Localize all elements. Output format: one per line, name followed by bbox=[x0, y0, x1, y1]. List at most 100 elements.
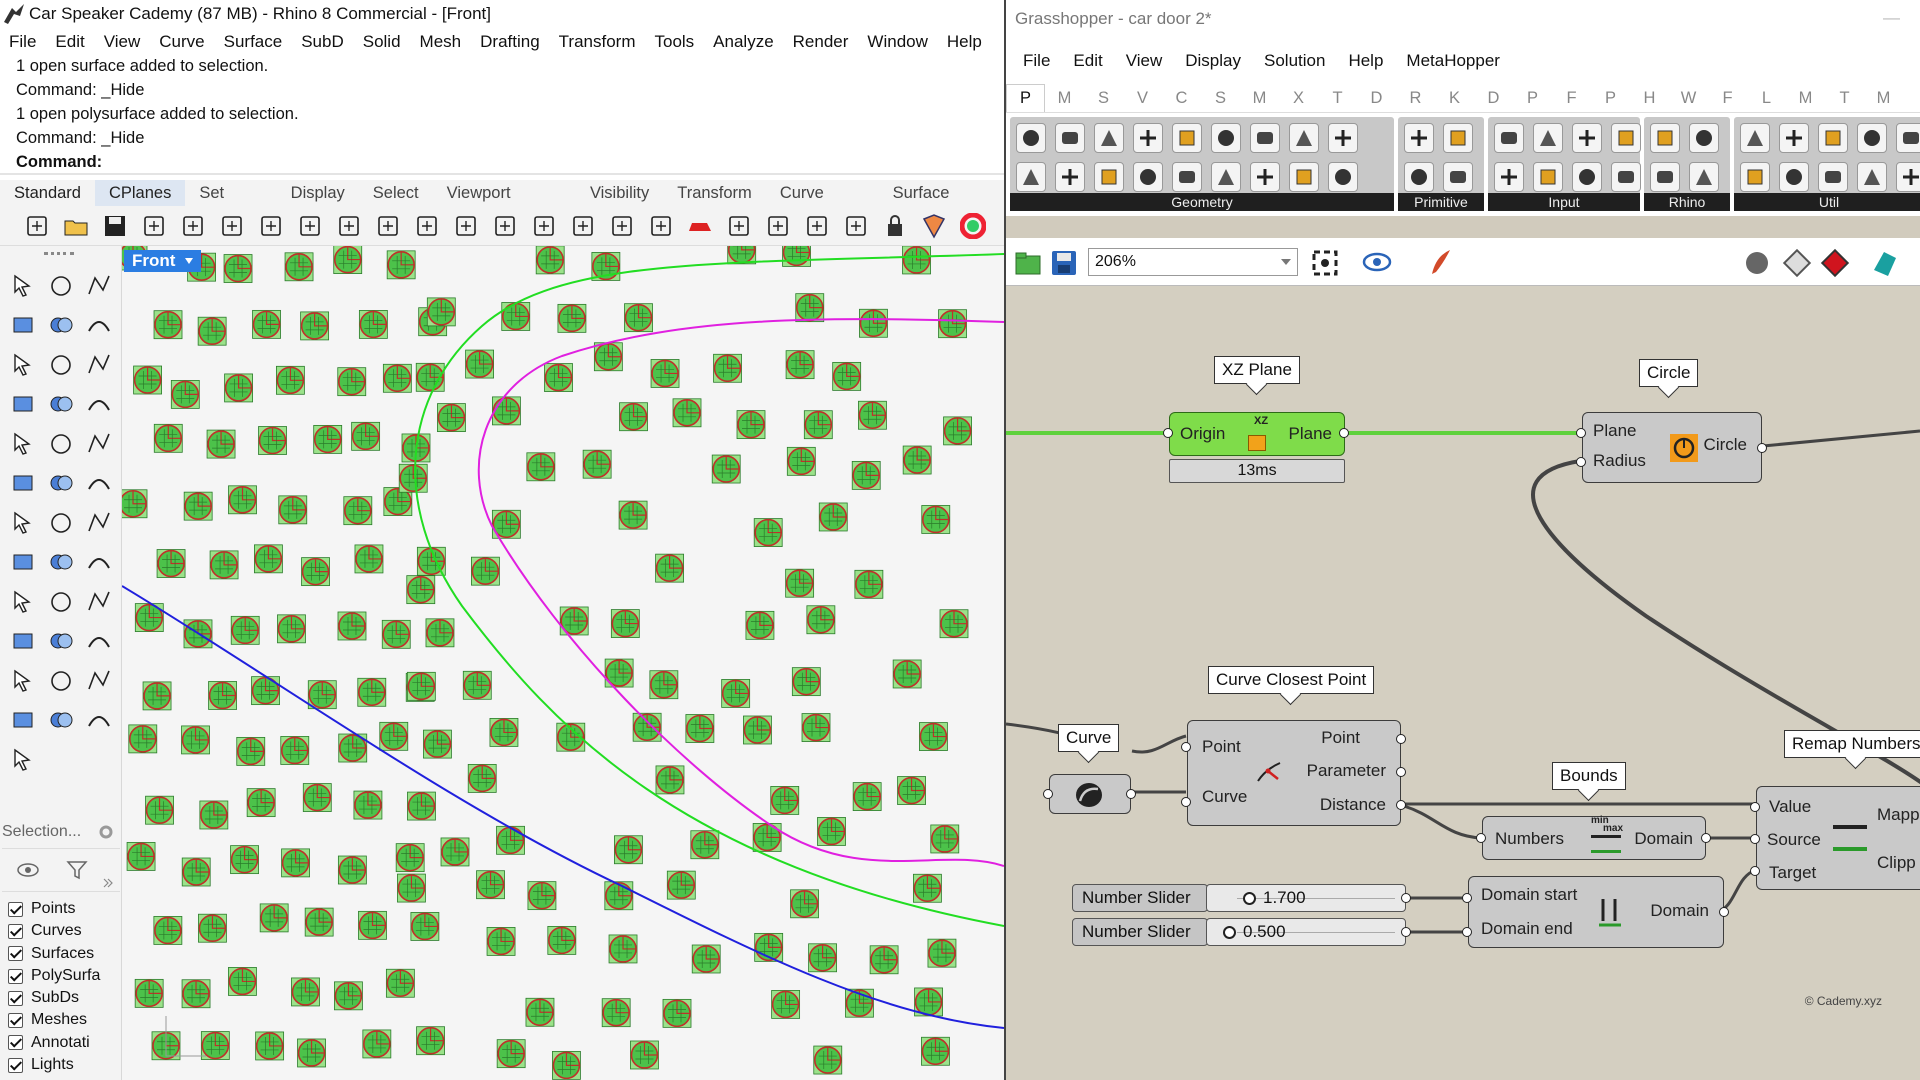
speaker-disk[interactable] bbox=[395, 843, 425, 873]
speaker-disk[interactable] bbox=[410, 912, 440, 941]
circle-plane-input[interactable]: Plane bbox=[1593, 421, 1636, 441]
gh-category-tab[interactable]: W bbox=[1669, 89, 1708, 108]
speaker-disk[interactable] bbox=[333, 246, 363, 274]
zoom-dynamic-icon[interactable] bbox=[451, 211, 481, 241]
grid-icon[interactable] bbox=[724, 211, 754, 241]
component-icon[interactable] bbox=[1094, 123, 1124, 153]
xz-plane-plane-output[interactable]: Plane bbox=[1289, 424, 1332, 444]
remap-numbers-component[interactable]: Value Source Target Mapp Clipp bbox=[1756, 786, 1920, 890]
input-pin[interactable] bbox=[1163, 428, 1173, 438]
speaker-disk[interactable] bbox=[535, 246, 565, 275]
tab-standard[interactable]: Standard bbox=[0, 180, 95, 206]
component-icon[interactable] bbox=[1055, 123, 1085, 153]
polyline-icon[interactable] bbox=[80, 266, 118, 306]
layer-row[interactable]: Surfaces bbox=[8, 943, 100, 965]
layer-checkbox[interactable] bbox=[8, 1057, 23, 1073]
speaker-disk[interactable] bbox=[304, 907, 334, 937]
gh-canvas[interactable]: XZ Plane Origin Plane XZ 13ms Circle Pla… bbox=[1006, 286, 1920, 1080]
input-pin[interactable] bbox=[1181, 797, 1191, 807]
speaker-disk[interactable] bbox=[386, 250, 416, 280]
component-icon[interactable] bbox=[1055, 162, 1085, 192]
component-icon[interactable] bbox=[1533, 162, 1563, 192]
lock-icon[interactable] bbox=[880, 211, 910, 241]
preview-selected-icon[interactable] bbox=[1820, 248, 1850, 278]
tab-transform[interactable]: Transform bbox=[663, 180, 766, 206]
speaker-disk[interactable] bbox=[892, 659, 922, 689]
component-icon[interactable] bbox=[1211, 162, 1241, 192]
sketch-icon[interactable] bbox=[1426, 246, 1456, 278]
render-color-icon[interactable] bbox=[958, 211, 988, 241]
fillet-icon[interactable] bbox=[42, 543, 80, 583]
preview-eye-icon[interactable] bbox=[1362, 250, 1396, 274]
component-icon[interactable] bbox=[1818, 162, 1848, 192]
speaker-disk[interactable] bbox=[462, 670, 492, 700]
speaker-disk[interactable] bbox=[854, 569, 884, 599]
tab-visibility[interactable]: Visibility bbox=[576, 180, 663, 206]
polygon-icon[interactable] bbox=[80, 345, 118, 385]
set-object-icon[interactable] bbox=[80, 503, 118, 543]
speaker-disk[interactable] bbox=[153, 423, 183, 453]
speaker-disk[interactable] bbox=[869, 945, 899, 975]
component-icon[interactable] bbox=[1818, 123, 1848, 153]
input-pin[interactable] bbox=[1462, 927, 1472, 937]
speaker-disk[interactable] bbox=[859, 308, 888, 338]
viewport-canvas[interactable] bbox=[122, 246, 1004, 1080]
input-pin[interactable] bbox=[1476, 833, 1486, 843]
speaker-disk[interactable] bbox=[181, 857, 211, 887]
speaker-disk[interactable] bbox=[183, 491, 213, 521]
menu-item-curve[interactable]: Curve bbox=[159, 32, 204, 52]
ccp-distance-output[interactable]: Distance bbox=[1320, 795, 1386, 815]
tab-curve-tools[interactable]: Curve Tools bbox=[766, 180, 879, 228]
brush-icon[interactable] bbox=[4, 740, 42, 780]
pan-transform-icon[interactable] bbox=[4, 701, 42, 741]
layer-checkbox[interactable] bbox=[8, 1035, 23, 1051]
speaker-disk[interactable] bbox=[557, 303, 587, 333]
speaker-disk[interactable] bbox=[655, 765, 685, 795]
speaker-disk[interactable] bbox=[489, 718, 519, 747]
boolean-icon[interactable] bbox=[42, 424, 80, 464]
domain-output[interactable]: Domain bbox=[1650, 901, 1709, 921]
speaker-disk[interactable] bbox=[476, 870, 505, 900]
speaker-disk[interactable] bbox=[181, 725, 210, 755]
grid-array-icon[interactable] bbox=[4, 661, 42, 701]
gh-category-tab[interactable]: T bbox=[1825, 89, 1864, 108]
component-icon[interactable] bbox=[1211, 123, 1241, 153]
speaker-disk[interactable] bbox=[206, 429, 236, 459]
speaker-disk[interactable] bbox=[624, 303, 653, 333]
speaker-disk[interactable] bbox=[604, 881, 634, 911]
output-pin[interactable] bbox=[1401, 927, 1411, 937]
speaker-disk[interactable] bbox=[801, 713, 831, 742]
speaker-disk[interactable] bbox=[425, 618, 455, 648]
speaker-disk[interactable] bbox=[301, 557, 330, 587]
speaker-disk[interactable] bbox=[379, 721, 409, 751]
speaker-disk[interactable] bbox=[817, 817, 846, 846]
minimize-icon[interactable]: — bbox=[1883, 8, 1900, 28]
check-icon[interactable] bbox=[42, 701, 80, 741]
speaker-disk[interactable] bbox=[228, 967, 257, 996]
filter-icon[interactable] bbox=[66, 859, 88, 881]
component-icon[interactable] bbox=[1896, 162, 1920, 192]
gh-category-tab[interactable]: M bbox=[1864, 89, 1903, 108]
gh-category-tab[interactable]: M bbox=[1240, 89, 1279, 108]
extrude-icon[interactable] bbox=[80, 622, 118, 662]
speaker-disk[interactable] bbox=[601, 998, 631, 1028]
speaker-disk[interactable] bbox=[544, 363, 573, 392]
layer-checkbox[interactable] bbox=[8, 901, 23, 917]
speaker-disk[interactable] bbox=[198, 913, 227, 943]
circle-icon[interactable] bbox=[42, 306, 80, 346]
speaker-disk[interactable] bbox=[786, 446, 816, 476]
cplane-icon[interactable] bbox=[763, 211, 793, 241]
menu-item-analyze[interactable]: Analyze bbox=[713, 32, 773, 52]
speaker-disk[interactable] bbox=[426, 297, 456, 327]
loft-icon[interactable] bbox=[80, 385, 118, 425]
component-icon[interactable] bbox=[1133, 123, 1163, 153]
speaker-disk[interactable] bbox=[752, 823, 782, 852]
speaker-disk[interactable] bbox=[630, 1040, 659, 1070]
speaker-disk[interactable] bbox=[278, 495, 308, 525]
speaker-disk[interactable] bbox=[284, 252, 314, 282]
speaker-disk[interactable] bbox=[666, 870, 696, 900]
output-pin[interactable] bbox=[1757, 443, 1767, 453]
speaker-disk[interactable] bbox=[465, 349, 494, 379]
speaker-disk[interactable] bbox=[795, 293, 825, 323]
component-icon[interactable] bbox=[1404, 162, 1434, 192]
